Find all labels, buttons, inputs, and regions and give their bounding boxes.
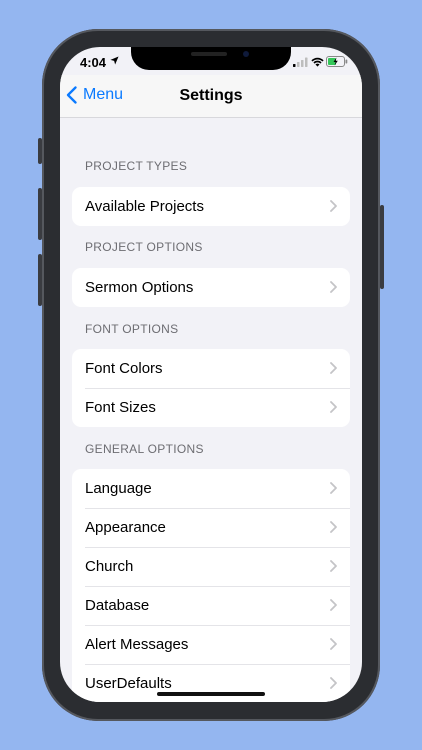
chevron-right-icon	[330, 677, 337, 689]
battery-charging-icon	[326, 56, 348, 67]
chevron-right-icon	[330, 560, 337, 572]
group-general-options: Language Appearance Church Database Aler…	[72, 469, 350, 702]
notch	[131, 47, 291, 70]
row-available-projects[interactable]: Available Projects	[72, 187, 350, 226]
home-indicator[interactable]	[157, 692, 265, 696]
chevron-right-icon	[330, 638, 337, 650]
row-church[interactable]: Church	[72, 547, 350, 586]
screen: 4:04 Menu Settings PROJECT TYPES Availab…	[60, 47, 362, 702]
row-label: Font Sizes	[85, 399, 156, 416]
row-sermon-options[interactable]: Sermon Options	[72, 268, 350, 307]
row-font-sizes[interactable]: Font Sizes	[72, 388, 350, 427]
row-label: Available Projects	[85, 198, 204, 215]
row-label: Font Colors	[85, 360, 163, 377]
section-header-project-options: PROJECT OPTIONS	[85, 240, 203, 254]
row-alert-messages[interactable]: Alert Messages	[72, 625, 350, 664]
chevron-right-icon	[330, 281, 337, 293]
row-label: Church	[85, 558, 134, 575]
row-language[interactable]: Language	[72, 469, 350, 508]
row-label: Language	[85, 480, 152, 497]
speaker-grille	[191, 52, 227, 56]
section-header-general-options: GENERAL OPTIONS	[85, 442, 204, 456]
chevron-right-icon	[330, 482, 337, 494]
location-arrow-icon	[110, 56, 119, 65]
status-time: 4:04	[80, 55, 107, 70]
section-header-project-types: PROJECT TYPES	[85, 159, 188, 173]
chevron-right-icon	[330, 401, 337, 413]
row-label: UserDefaults	[85, 675, 172, 692]
wifi-icon	[311, 57, 324, 67]
row-label: Alert Messages	[85, 636, 189, 653]
power-button	[380, 205, 384, 289]
row-userdefaults[interactable]: UserDefaults	[72, 664, 350, 702]
group-font-options: Font Colors Font Sizes	[72, 349, 350, 427]
chevron-right-icon	[330, 521, 337, 533]
group-project-options: Sermon Options	[72, 268, 350, 307]
group-project-types: Available Projects	[72, 187, 350, 226]
page-title: Settings	[179, 87, 243, 104]
row-appearance[interactable]: Appearance	[72, 508, 350, 547]
navigation-bar: Menu Settings	[60, 75, 362, 118]
silent-switch	[38, 138, 42, 164]
row-label: Sermon Options	[85, 279, 194, 296]
row-label: Appearance	[85, 519, 166, 536]
row-database[interactable]: Database	[72, 586, 350, 625]
row-font-colors[interactable]: Font Colors	[72, 349, 350, 388]
chevron-right-icon	[330, 362, 337, 374]
section-header-font-options: FONT OPTIONS	[85, 322, 179, 336]
row-label: Database	[85, 597, 150, 614]
front-camera	[243, 51, 249, 57]
cellular-signal-icon	[293, 57, 308, 67]
chevron-right-icon	[330, 200, 337, 212]
volume-down-button	[38, 254, 42, 306]
volume-up-button	[38, 188, 42, 240]
chevron-right-icon	[330, 599, 337, 611]
